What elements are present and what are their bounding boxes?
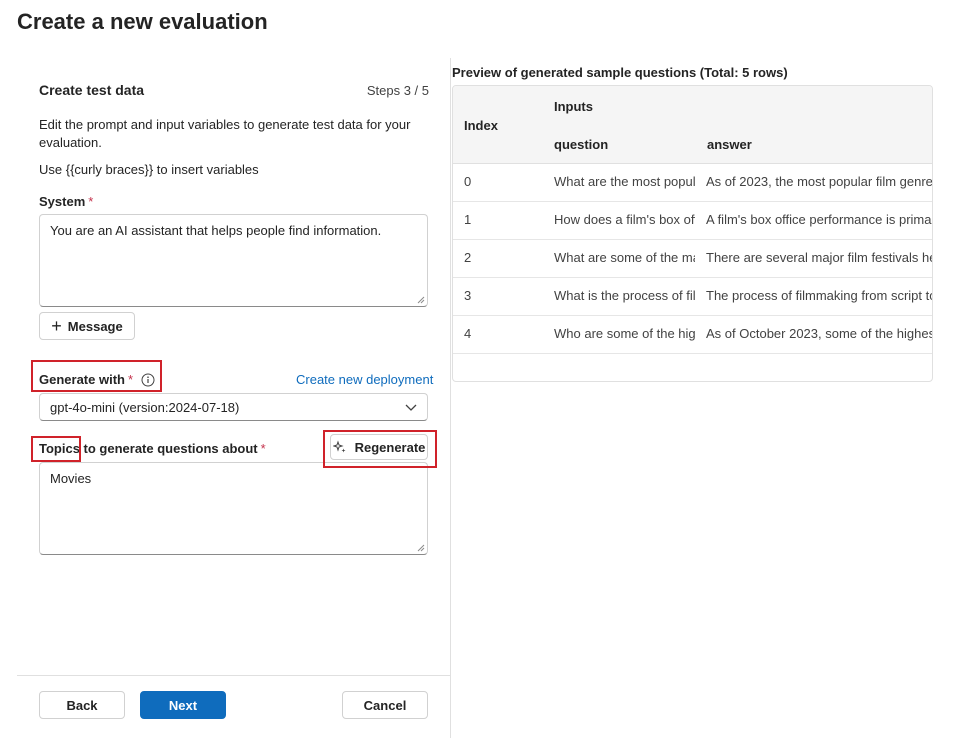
form-description: Edit the prompt and input variables to g… [39,117,411,150]
variables-hint: Use {{curly braces}} to insert variables [39,162,259,177]
resize-grip-icon[interactable] [417,296,425,304]
system-prompt-textarea[interactable]: You are an AI assistant that helps peopl… [39,214,428,307]
preview-table: Index Inputs question answer 0 What are … [452,85,933,382]
preview-title: Preview of generated sample questions (T… [452,65,788,80]
table-row[interactable]: 2 What are some of the major There are s… [453,239,932,278]
system-label-text: System [39,194,86,209]
topics-textarea[interactable]: Movies [39,462,428,555]
cell-index: 0 [464,174,472,189]
cell-answer: There are several major film festivals h… [706,250,933,265]
cell-question: How does a film's box office [554,212,695,227]
cell-index: 3 [464,288,472,303]
table-row[interactable]: 1 How does a film's box office A film's … [453,201,932,240]
cell-question: Who are some of the highest [554,326,695,341]
panel-divider [450,58,451,738]
cell-question: What are the most popular [554,174,695,189]
table-header: Index Inputs question answer [453,86,932,164]
cell-question: What are some of the major [554,250,695,265]
add-message-label: Message [67,318,123,334]
required-asterisk: * [260,441,266,456]
create-deployment-link[interactable]: Create new deployment [296,372,433,387]
highlight-generate-with [31,360,162,392]
header-question: question [554,137,609,152]
cell-answer: A film's box office performance is prima… [706,212,933,227]
highlight-regenerate [323,430,437,468]
add-message-button[interactable]: + Message [39,312,135,340]
cell-answer: As of October 2023, some of the highest- [706,326,933,341]
cell-index: 2 [464,250,472,265]
cell-index: 1 [464,212,472,227]
footer-divider [17,675,450,676]
cell-question: What is the process of film [554,288,695,303]
required-asterisk: * [88,194,94,209]
table-row[interactable]: 0 What are the most popular As of 2023, … [453,163,932,202]
system-label: System * [39,194,93,209]
page-title: Create a new evaluation [17,9,268,34]
back-button[interactable]: Back [39,691,125,719]
cell-answer: As of 2023, the most popular film genres [706,174,933,189]
topics-value: Movies [50,471,92,486]
header-answer: answer [707,137,752,152]
topics-label-rest: to generate questions about [79,441,258,456]
plus-icon: + [51,316,62,336]
highlight-topics [31,436,81,462]
cell-index: 4 [464,326,472,341]
table-row[interactable]: 4 Who are some of the highest As of Octo… [453,315,932,354]
table-row[interactable]: 3 What is the process of film The proces… [453,277,932,316]
steps-indicator: Steps 3 / 5 [366,83,429,98]
form-title: Create test data [39,82,145,98]
cell-answer: The process of filmmaking from script to [706,288,933,303]
system-prompt-value: You are an AI assistant that helps peopl… [50,223,382,238]
model-select[interactable]: gpt-4o-mini (version:2024-07-18) [39,393,428,421]
header-index: Index [464,118,498,133]
model-selected-value: gpt-4o-mini (version:2024-07-18) [50,399,240,415]
chevron-down-icon [405,400,417,415]
cancel-button[interactable]: Cancel [342,691,428,719]
resize-grip-icon[interactable] [417,544,425,552]
next-button[interactable]: Next [140,691,226,719]
header-inputs: Inputs [554,99,593,114]
